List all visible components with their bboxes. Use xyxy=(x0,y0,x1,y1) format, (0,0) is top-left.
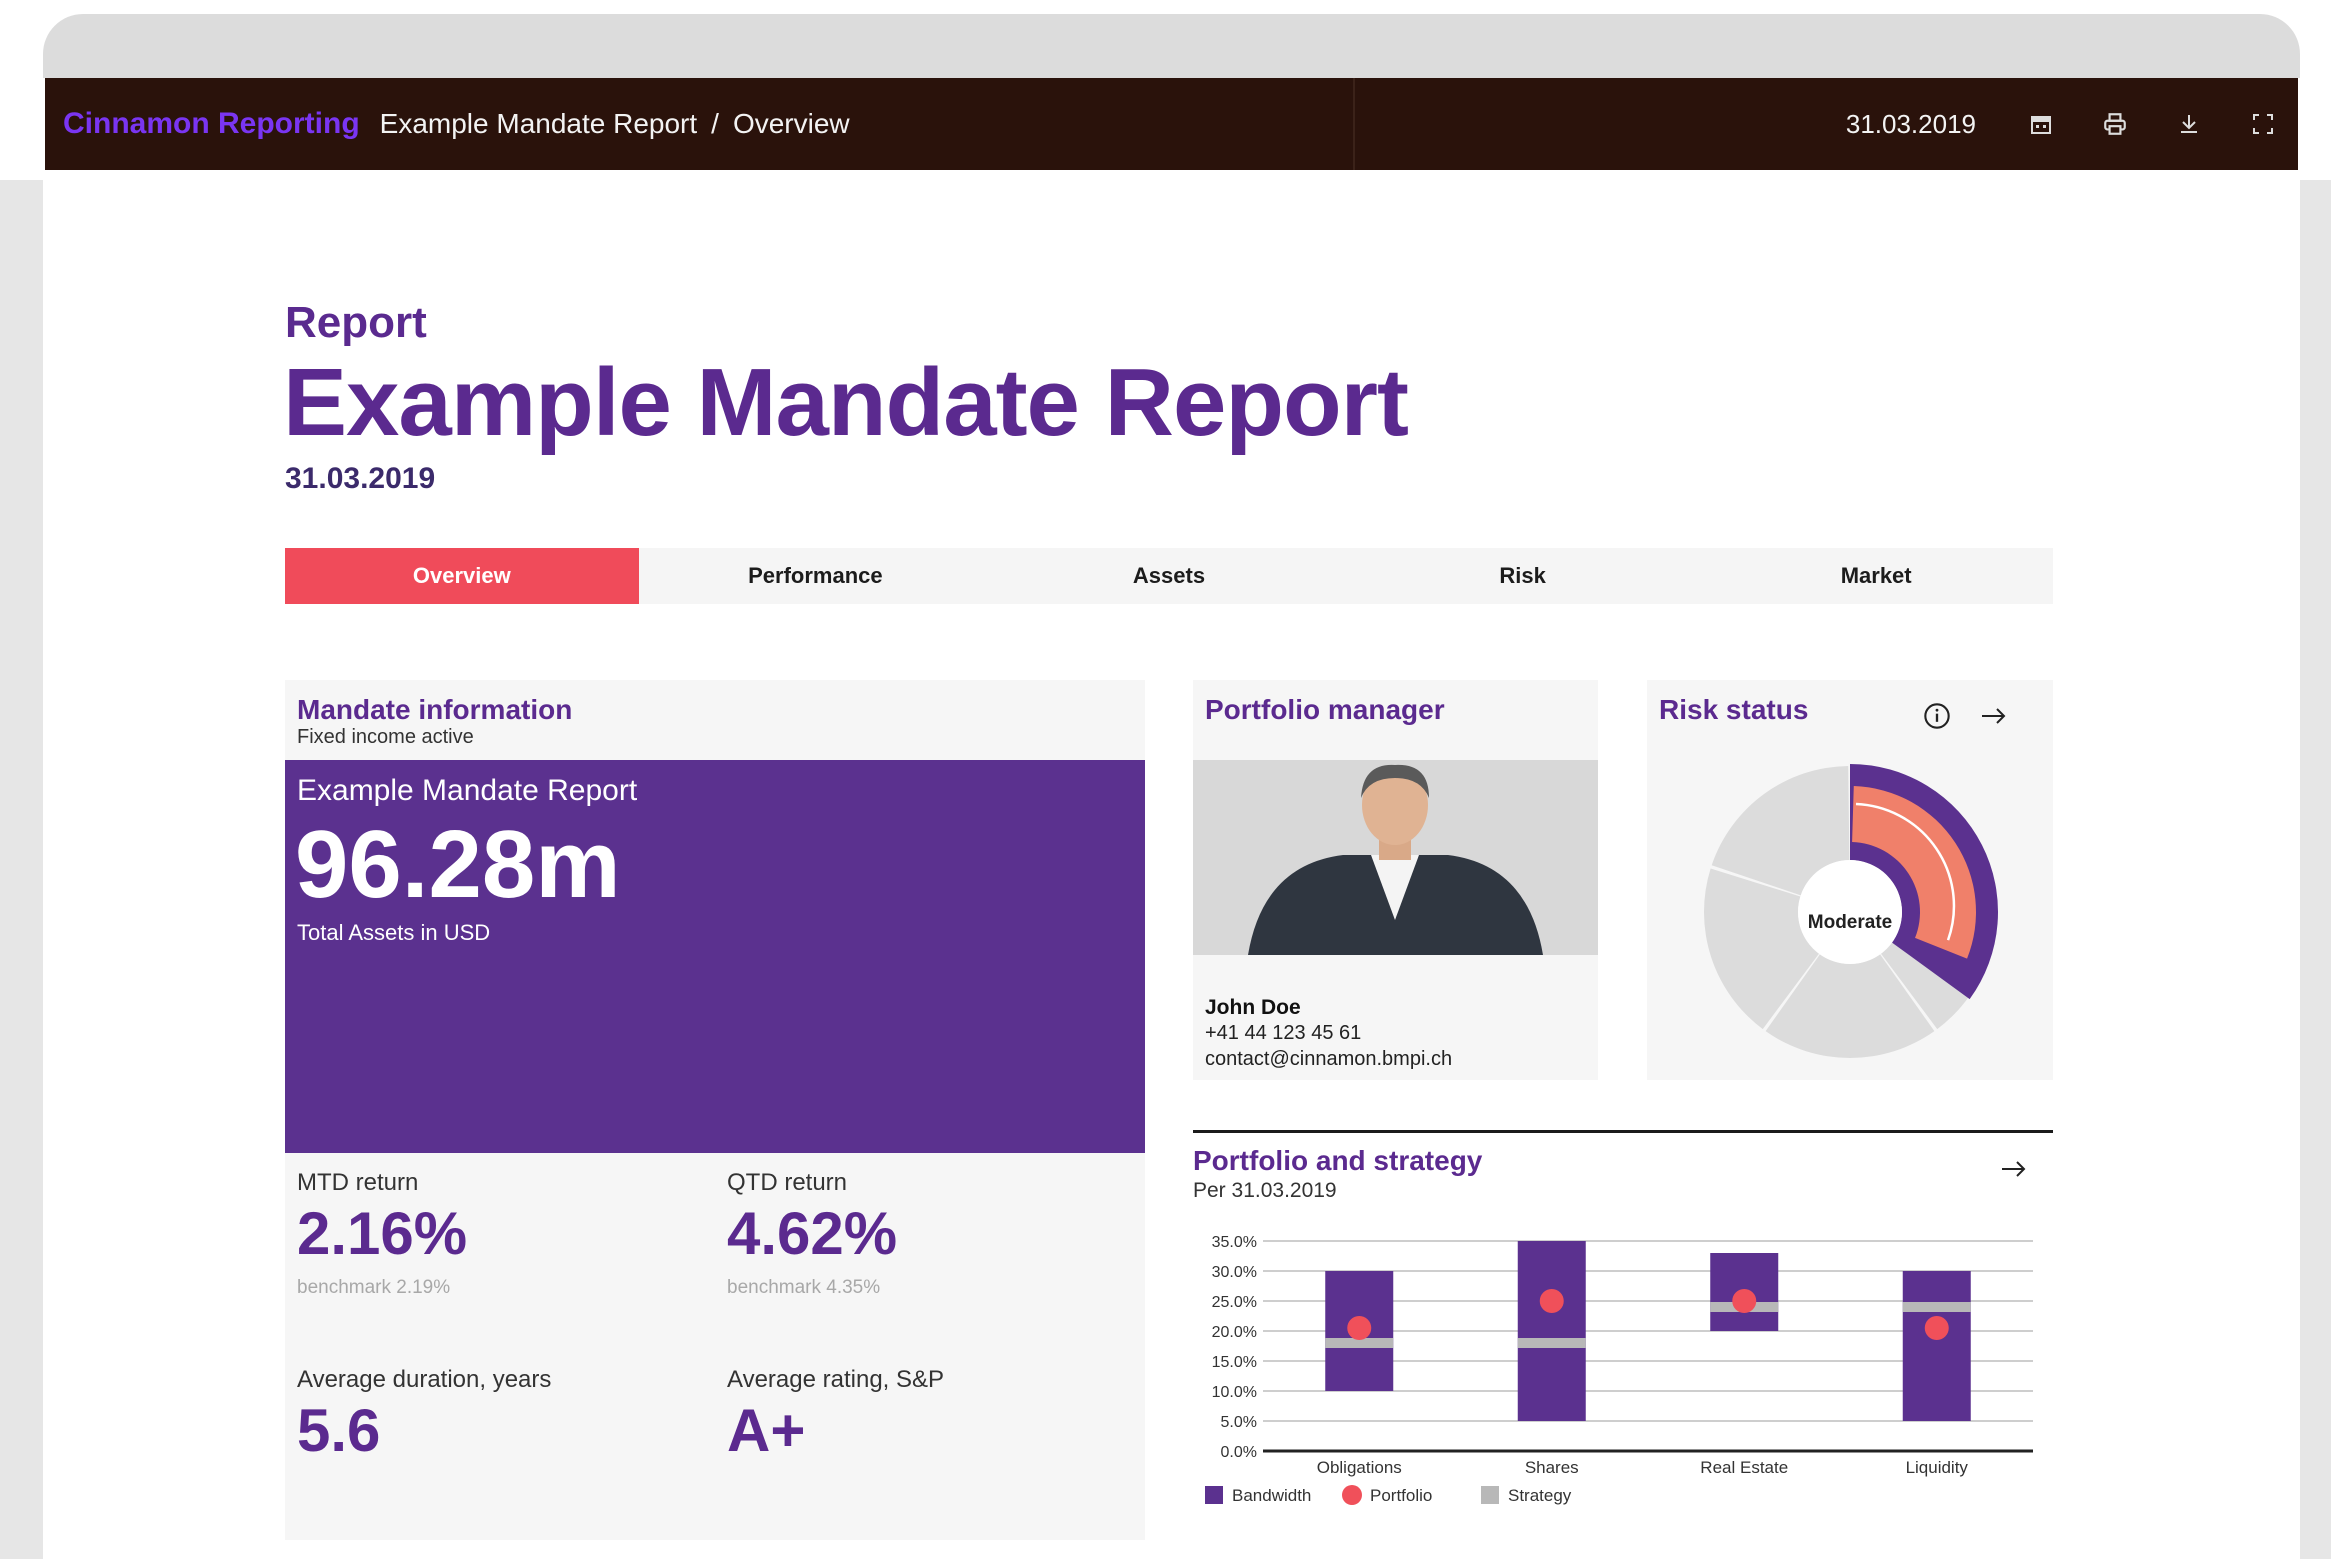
metric-value: 2.16% xyxy=(297,1200,468,1267)
portfolio-point xyxy=(1347,1316,1372,1340)
breadcrumb-report[interactable]: Example Mandate Report xyxy=(380,108,698,140)
y-tick-label: 15.0% xyxy=(1212,1354,1257,1371)
breadcrumb: Example Mandate Report / Overview xyxy=(380,108,850,140)
arrow-right-icon[interactable] xyxy=(1999,1155,2029,1188)
app-window: Cinnamon Reporting Example Mandate Repor… xyxy=(43,14,2300,1559)
portfolio-manager-card: Portfolio manager John Doe +41 44 123 45… xyxy=(1193,680,1598,1080)
risk-status-card: Risk status Moderate xyxy=(1647,680,2053,1080)
mandate-name: Example Mandate Report xyxy=(297,774,638,807)
metric-value: A+ xyxy=(727,1397,806,1464)
right-background xyxy=(2300,180,2331,1559)
manager-photo xyxy=(1193,760,1598,955)
bandwidth-bar xyxy=(1517,1241,1586,1421)
print-icon[interactable] xyxy=(2100,109,2130,139)
y-tick-label: 5.0% xyxy=(1221,1414,1257,1431)
metric-qtd-return: QTD return 4.62% benchmark 4.35% xyxy=(715,1153,1145,1343)
metric-value: 4.62% xyxy=(727,1200,898,1267)
y-tick-label: 0.0% xyxy=(1221,1444,1257,1461)
metric-benchmark: benchmark 4.35% xyxy=(727,1277,881,1298)
y-tick-label: 30.0% xyxy=(1212,1264,1257,1281)
info-icon[interactable] xyxy=(1923,702,1951,735)
legend-swatch xyxy=(1481,1486,1499,1504)
card-title: Portfolio and strategy xyxy=(1193,1145,1483,1176)
x-tick-label: Real Estate xyxy=(1700,1458,1788,1477)
card-subtitle: Fixed income active xyxy=(297,726,474,748)
metric-label: Average duration, years xyxy=(297,1366,552,1393)
portfolio-point xyxy=(1539,1289,1564,1313)
total-assets-panel: Example Mandate Report 96.28m Total Asse… xyxy=(285,760,1145,1153)
card-title: Mandate information xyxy=(297,694,573,725)
tab-risk[interactable]: Risk xyxy=(1346,548,1700,604)
tab-market[interactable]: Market xyxy=(1699,548,2053,604)
window-chrome xyxy=(43,14,2300,78)
mandate-information-card: Mandate information Fixed income active … xyxy=(285,680,1145,1540)
legend-swatch xyxy=(1205,1486,1223,1504)
tab-assets[interactable]: Assets xyxy=(992,548,1346,604)
legend-swatch xyxy=(1342,1485,1362,1505)
page-date: 31.03.2019 xyxy=(285,462,436,495)
report-content: Report Example Mandate Report 31.03.2019… xyxy=(43,170,2300,1559)
bandwidth-bar xyxy=(1902,1271,1971,1421)
legend-label: Bandwidth xyxy=(1232,1486,1311,1505)
x-tick-label: Liquidity xyxy=(1906,1458,1969,1477)
portfolio-strategy-card: Portfolio and strategy Per 31.03.2019 0.… xyxy=(1193,1130,2053,1550)
topbar-divider xyxy=(1353,78,1355,170)
legend-label: Portfolio xyxy=(1370,1486,1432,1505)
metric-label: Average rating, S&P xyxy=(727,1366,945,1393)
portfolio-point xyxy=(1732,1289,1757,1313)
calendar-icon[interactable] xyxy=(2026,109,2056,139)
strategy-marker xyxy=(1517,1338,1586,1348)
metric-value: 5.6 xyxy=(297,1397,381,1464)
page-title: Example Mandate Report xyxy=(283,349,1409,456)
report-tabs: Overview Performance Assets Risk Market xyxy=(285,548,2053,604)
y-tick-label: 25.0% xyxy=(1212,1294,1257,1311)
fullscreen-icon[interactable] xyxy=(2248,109,2278,139)
manager-email[interactable]: contact@cinnamon.bmpi.ch xyxy=(1205,1048,1452,1071)
x-tick-label: Shares xyxy=(1525,1458,1579,1477)
portfolio-point xyxy=(1924,1316,1949,1340)
arrow-right-icon[interactable] xyxy=(1979,702,2009,735)
total-assets-label: Total Assets in USD xyxy=(297,920,491,945)
metric-average-duration: Average duration, years 5.6 xyxy=(285,1350,715,1540)
breadcrumb-separator: / xyxy=(711,108,719,139)
left-background xyxy=(0,180,43,1559)
tab-overview[interactable]: Overview xyxy=(285,548,639,604)
metric-benchmark: benchmark 2.19% xyxy=(297,1277,451,1298)
report-date[interactable]: 31.03.2019 xyxy=(1846,109,1976,140)
strategy-marker xyxy=(1902,1302,1971,1312)
breadcrumb-current: Overview xyxy=(732,108,850,139)
manager-name: John Doe xyxy=(1205,996,1301,1019)
card-title: Portfolio manager xyxy=(1205,694,1445,725)
metric-label: QTD return xyxy=(727,1169,848,1196)
card-subtitle: Per 31.03.2019 xyxy=(1193,1179,1337,1202)
tab-performance[interactable]: Performance xyxy=(639,548,993,604)
legend-label: Strategy xyxy=(1508,1486,1572,1505)
manager-portrait xyxy=(1193,760,1598,955)
download-icon[interactable] xyxy=(2174,109,2204,139)
manager-phone[interactable]: +41 44 123 45 61 xyxy=(1205,1022,1361,1045)
brand-logo[interactable]: Cinnamon Reporting xyxy=(63,107,360,141)
card-title: Risk status xyxy=(1659,694,1809,725)
risk-level-label: Moderate xyxy=(1807,912,1893,933)
portfolio-strategy-chart: 0.0% 5.0% 10.0% 15.0% 20.0% 25.0% 30.0% 35.0% Ob… xyxy=(1205,1234,2033,1505)
y-tick-label: 20.0% xyxy=(1212,1324,1257,1341)
y-tick-label: 35.0% xyxy=(1212,1234,1257,1251)
x-tick-label: Obligations xyxy=(1317,1458,1402,1477)
section-kicker: Report xyxy=(285,298,427,347)
metric-mtd-return: MTD return 2.16% benchmark 2.19% xyxy=(285,1153,715,1343)
metric-average-rating: Average rating, S&P A+ xyxy=(715,1350,1145,1540)
metric-label: MTD return xyxy=(297,1169,419,1196)
top-navigation-bar: Cinnamon Reporting Example Mandate Repor… xyxy=(45,78,2298,170)
topbar-actions: 31.03.2019 xyxy=(1846,78,2278,170)
total-assets-value: 96.28m xyxy=(295,811,621,918)
y-tick-label: 10.0% xyxy=(1212,1384,1257,1401)
